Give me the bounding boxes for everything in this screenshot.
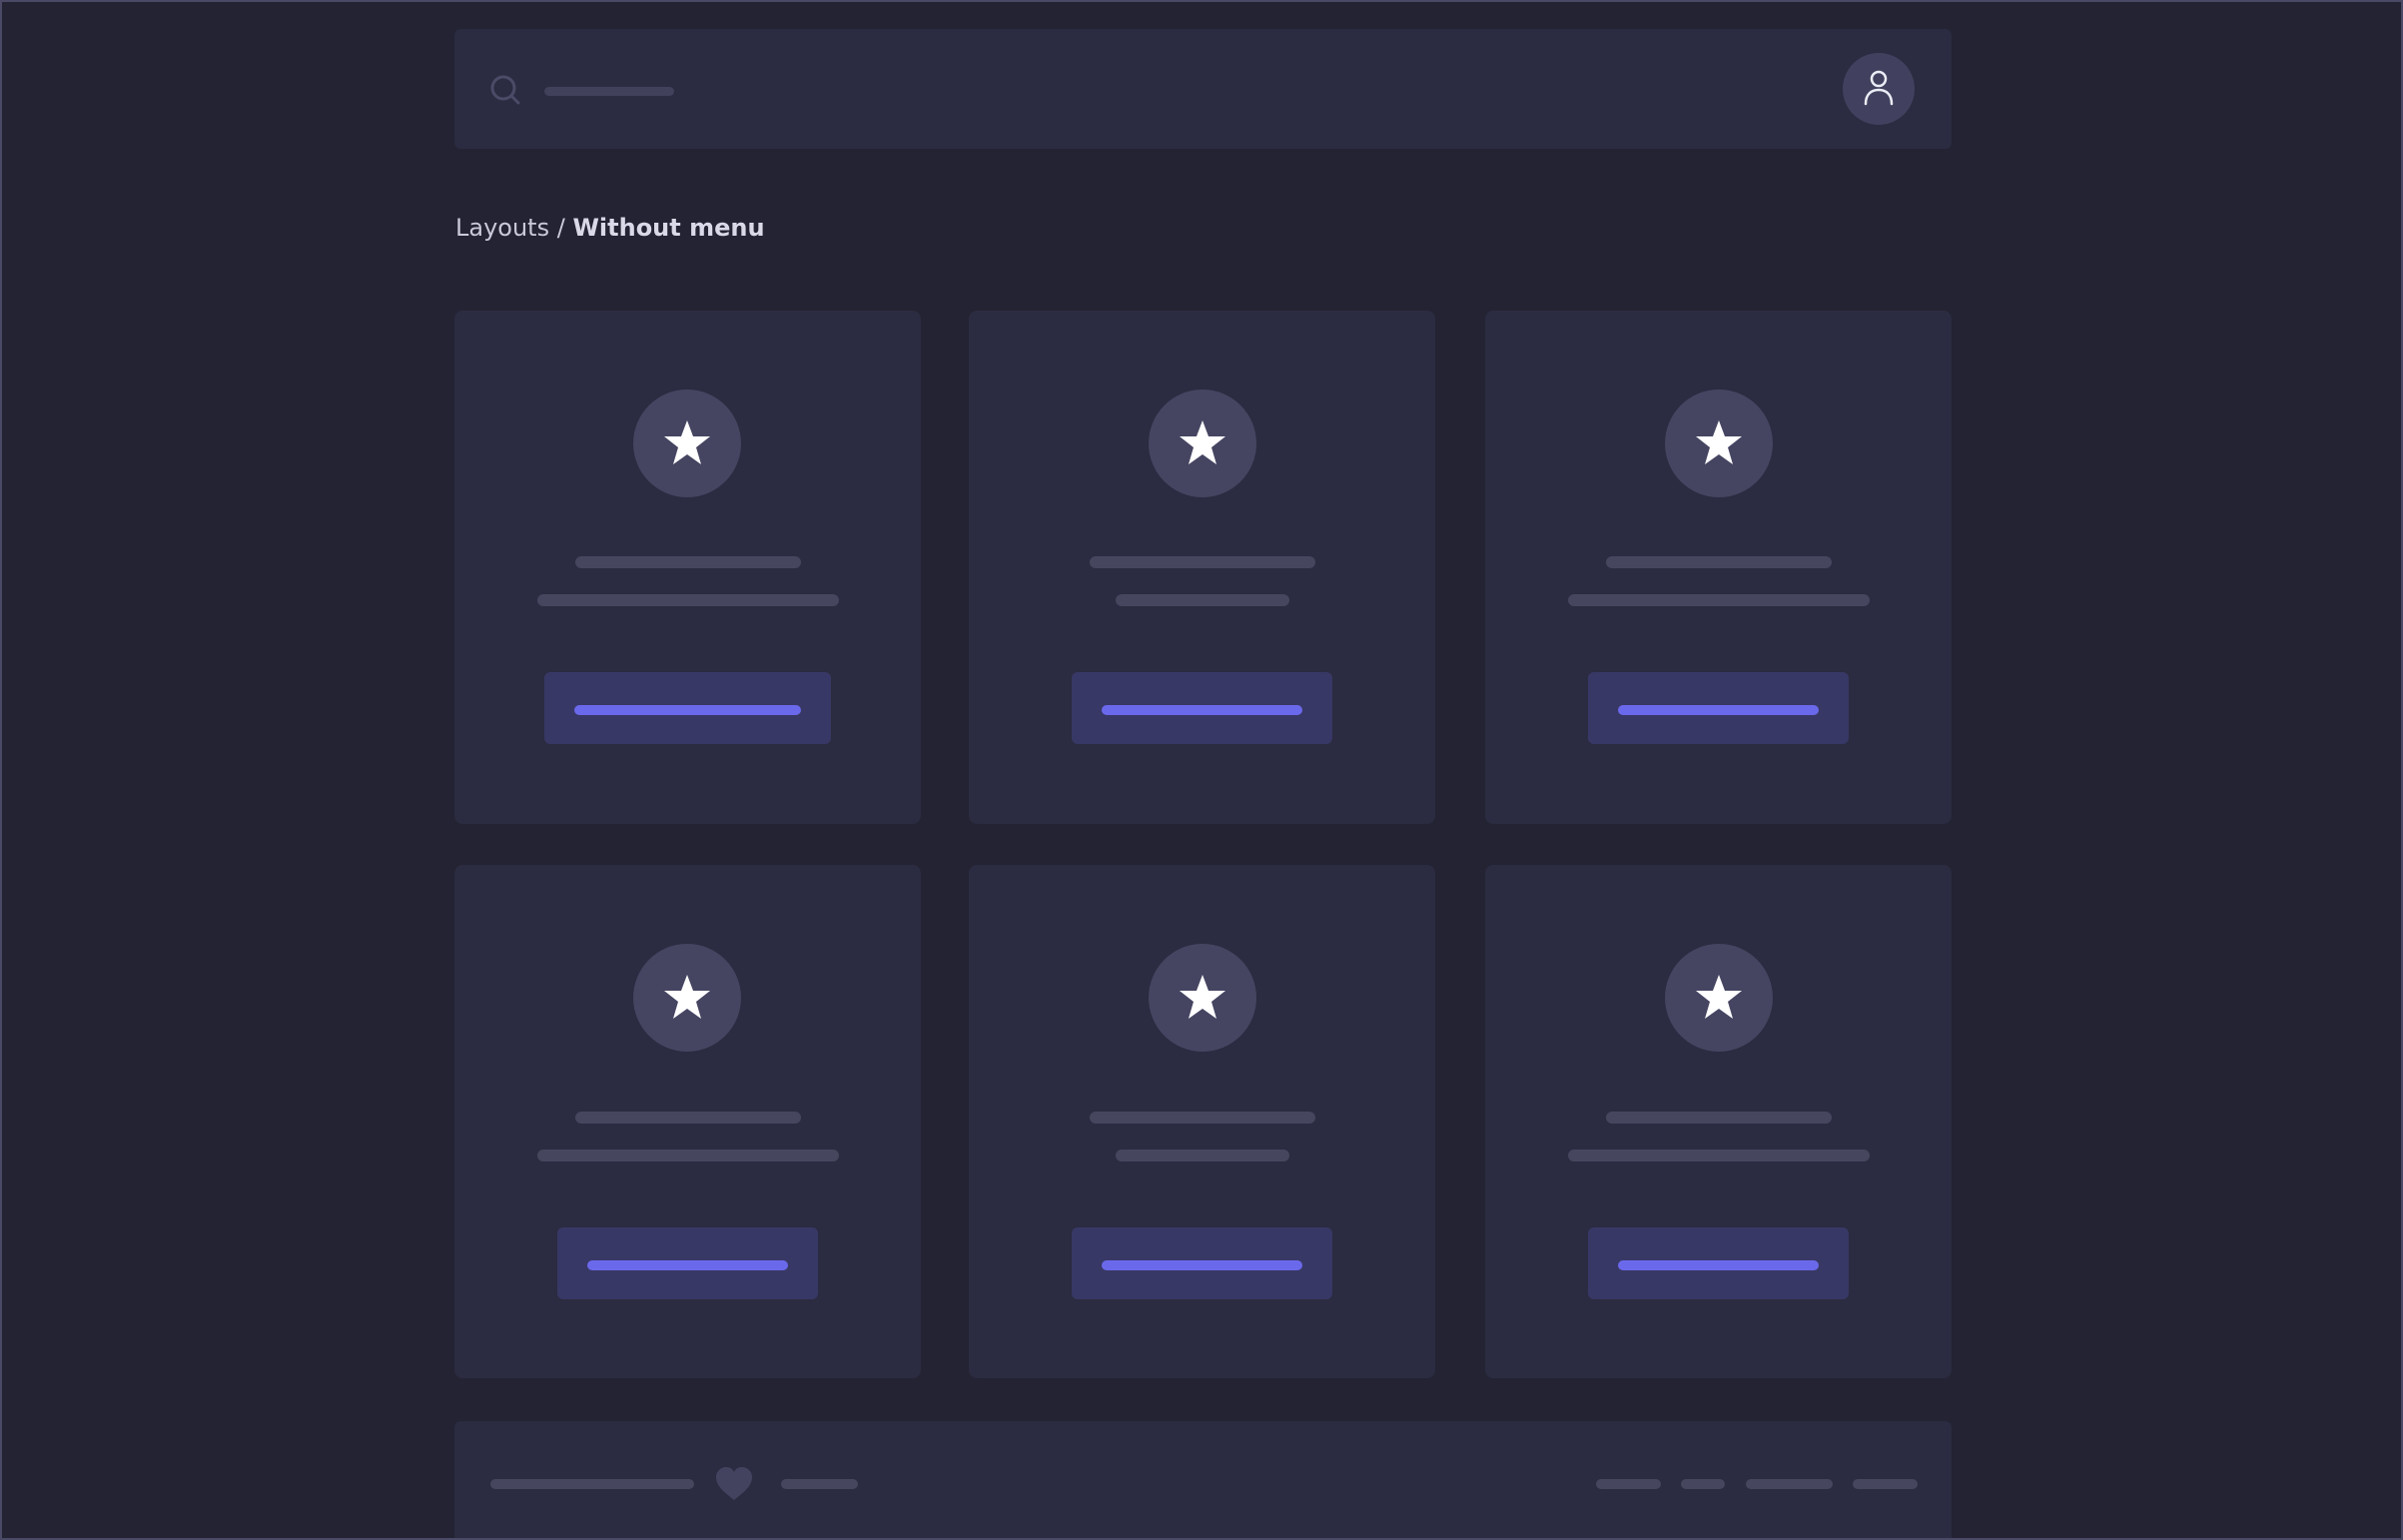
breadcrumb-current: Without menu [572,214,765,242]
card-badge [1665,944,1773,1052]
footer-link-placeholder[interactable] [1853,1479,1918,1489]
card-title-placeholder [575,556,801,568]
heart-icon [714,1466,754,1506]
card-badge [1149,944,1256,1052]
card-button-label-placeholder [1102,705,1302,715]
card-action-button[interactable] [1072,672,1332,744]
card-text-placeholder [1116,1150,1289,1161]
card-text-placeholder [1568,1150,1870,1161]
card-text-placeholder [537,1150,839,1161]
card-action-button[interactable] [557,1227,818,1299]
card-action-button[interactable] [544,672,831,744]
card-badge [1149,389,1256,497]
card-action-button[interactable] [1588,672,1849,744]
search-icon[interactable] [486,71,526,111]
avatar[interactable] [1843,53,1915,125]
card [969,865,1435,1378]
footer [454,1421,1952,1538]
star-icon [664,975,710,1019]
card-text-placeholder [1116,594,1289,606]
star-icon [1180,975,1225,1019]
user-icon [1864,70,1894,106]
card [1485,865,1952,1378]
star-icon [664,420,710,464]
footer-link-placeholder[interactable] [1596,1479,1661,1489]
footer-link-placeholder[interactable] [1746,1479,1833,1489]
card [969,311,1435,824]
card-title-placeholder [1090,556,1315,568]
star-icon [1696,420,1742,464]
card-text-placeholder [537,594,839,606]
card-action-button[interactable] [1072,1227,1332,1299]
card [454,865,921,1378]
footer-text-placeholder [781,1479,858,1489]
card-title-placeholder [1606,1112,1832,1124]
card-button-label-placeholder [1618,705,1819,715]
card-action-button[interactable] [1588,1227,1849,1299]
footer-link-placeholder[interactable] [1681,1479,1725,1489]
breadcrumb: Layouts / Without menu [455,214,765,242]
card-button-label-placeholder [587,1260,788,1270]
card-button-label-placeholder [1618,1260,1819,1270]
card [1485,311,1952,824]
card-title-placeholder [1606,556,1832,568]
card-badge [633,944,741,1052]
card-button-label-placeholder [1102,1260,1302,1270]
card-title-placeholder [1090,1112,1315,1124]
star-icon [1696,975,1742,1019]
card-title-placeholder [575,1112,801,1124]
star-icon [1180,420,1225,464]
search-input[interactable] [544,87,674,96]
card-badge [633,389,741,497]
card [454,311,921,824]
card-text-placeholder [1568,594,1870,606]
card-button-label-placeholder [574,705,801,715]
breadcrumb-separator: / [549,214,573,242]
breadcrumb-parent[interactable]: Layouts [455,214,549,242]
navbar [454,29,1952,149]
card-badge [1665,389,1773,497]
app-frame: Layouts / Without menu [0,0,2403,1540]
footer-text-placeholder [490,1479,694,1489]
